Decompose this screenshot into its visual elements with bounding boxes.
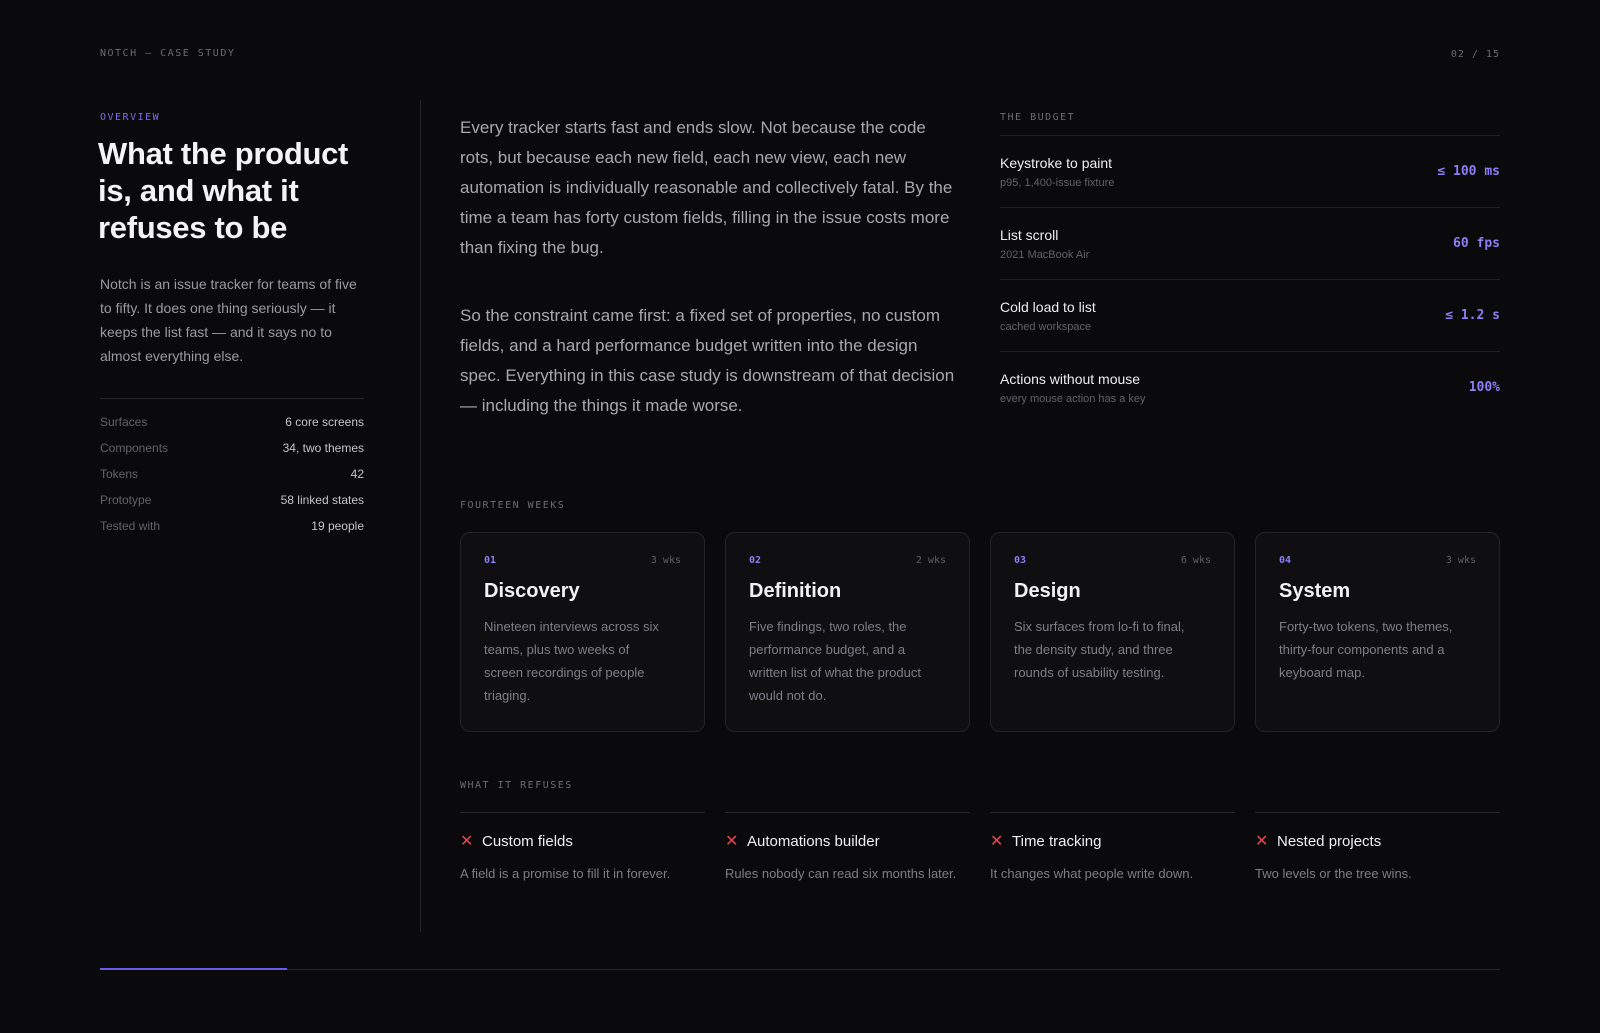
refuse-title: Nested projects — [1277, 832, 1382, 850]
phase-duration: 3 wks — [1445, 555, 1476, 566]
fact-value: 19 people — [311, 519, 364, 533]
budget-row: Actions without mouse every mouse action … — [1000, 351, 1500, 423]
phase-description: Nineteen interviews across six teams, pl… — [484, 619, 659, 703]
essay: Every tracker starts fast and ends slow.… — [460, 113, 960, 459]
phase-title: Design — [1014, 580, 1081, 602]
phase-description: Six surfaces from lo-fi to final, the de… — [1014, 619, 1185, 680]
phase-duration: 2 wks — [915, 555, 946, 566]
fact-label: Components — [100, 441, 169, 455]
refuse-description: It changes what people write down. — [990, 866, 1194, 881]
column-divider — [420, 100, 421, 932]
phase-card: 04 3 wks System Forty-two tokens, two the… — [1255, 532, 1500, 732]
refuse-description: A field is a promise to fill it in forev… — [460, 866, 671, 881]
budget-value: ≤ 1.2 s — [1445, 308, 1500, 323]
overview-column: OVERVIEW What the product is, and what i… — [98, 112, 364, 545]
budget-value: 100% — [1468, 380, 1500, 395]
phase-duration: 3 wks — [650, 555, 681, 566]
x-icon: ✕ — [1255, 833, 1269, 850]
phase-number: 01 — [484, 555, 497, 566]
refuse-description: Rules nobody can read six months later. — [725, 866, 957, 881]
phase-card: 03 6 wks Design Six surfaces from lo-fi t… — [990, 532, 1235, 732]
phase-description: Five findings, two roles, the performanc… — [749, 619, 921, 703]
timeline-phases: 01 3 wks Discovery Nineteen interviews ac… — [460, 532, 1500, 732]
budget-name: Cold load to list — [1000, 298, 1096, 315]
budget-name: Keystroke to paint — [1000, 154, 1113, 171]
budget-sub: 2021 MacBook Air — [1000, 248, 1090, 261]
refuse-item: ✕ Custom fields A field is a promise to f… — [460, 812, 705, 885]
budget-label: THE BUDGET — [1000, 112, 1076, 123]
refuse-item: ✕ Time tracking It changes what people wr… — [990, 812, 1235, 885]
facts-list: Surfaces 6 core screens Components 34, two… — [100, 398, 364, 545]
fact-label: Surfaces — [100, 415, 148, 429]
phase-duration: 6 wks — [1180, 555, 1211, 566]
fact-value: 58 linked states — [280, 493, 364, 507]
phase-title: Discovery — [484, 580, 580, 602]
page-counter: 02 / 15 — [1450, 49, 1500, 60]
fact-row: Surfaces 6 core screens — [100, 415, 364, 441]
refuses-label: WHAT IT REFUSES — [460, 780, 573, 791]
budget-value: 60 fps — [1453, 236, 1500, 251]
refuses-list: ✕ Custom fields A field is a promise to f… — [460, 812, 1500, 885]
fact-label: Tokens — [100, 467, 139, 481]
fact-value: 34, two themes — [282, 441, 364, 455]
fact-row: Tokens 42 — [100, 467, 364, 493]
phase-number: 02 — [749, 555, 762, 566]
budget-value: ≤ 100 ms — [1437, 164, 1500, 179]
budget-sub: cached workspace — [1000, 320, 1092, 333]
essay-paragraph: So the constraint came first: a fixed se… — [460, 306, 955, 415]
phase-description: Forty-two tokens, two themes, thirty-fou… — [1279, 619, 1453, 680]
deck-progress-bar — [100, 968, 1500, 970]
performance-budget: THE BUDGET Keystroke to paint p95, 1,400-… — [1000, 112, 1500, 423]
budget-sub: p95, 1,400-issue fixture — [1000, 176, 1115, 189]
refuse-title: Custom fields — [482, 832, 573, 850]
budget-sub: every mouse action has a key — [1000, 392, 1146, 405]
overview-intro: Notch is an issue tracker for teams of f… — [100, 276, 357, 364]
budget-name: List scroll — [1000, 226, 1059, 243]
budget-row: List scroll 2021 MacBook Air 60 fps — [1000, 207, 1500, 279]
budget-name: Actions without mouse — [1000, 370, 1141, 387]
refuse-title: Automations builder — [747, 832, 880, 850]
phase-title: Definition — [749, 580, 842, 602]
phase-card: 01 3 wks Discovery Nineteen interviews ac… — [460, 532, 705, 732]
refuse-description: Two levels or the tree wins. — [1255, 866, 1412, 881]
x-icon: ✕ — [460, 833, 474, 850]
fact-value: 42 — [350, 467, 364, 481]
phase-card: 02 2 wks Definition Five findings, two ro… — [725, 532, 970, 732]
fact-label: Tested with — [100, 519, 161, 533]
brand-label: NOTCH — CASE STUDY — [100, 48, 236, 59]
fact-row: Tested with 19 people — [100, 519, 364, 545]
budget-row: Cold load to list cached workspace ≤ 1.2 … — [1000, 279, 1500, 351]
refuse-item: ✕ Automations builder Rules nobody can re… — [725, 812, 970, 885]
x-icon: ✕ — [725, 833, 739, 850]
refuse-title: Time tracking — [1012, 832, 1102, 850]
x-icon: ✕ — [990, 833, 1004, 850]
essay-paragraph: Every tracker starts fast and ends slow.… — [460, 118, 953, 257]
fact-label: Prototype — [100, 493, 152, 507]
overview-eyebrow: OVERVIEW — [100, 112, 161, 123]
budget-row: Keystroke to paint p95, 1,400-issue fixtu… — [1000, 135, 1500, 207]
fact-row: Components 34, two themes — [100, 441, 364, 467]
refuse-item: ✕ Nested projects Two levels or the tree … — [1255, 812, 1500, 885]
deck-progress-fill — [100, 968, 287, 970]
fact-row: Prototype 58 linked states — [100, 493, 364, 519]
phase-number: 04 — [1279, 555, 1292, 566]
fact-value: 6 core screens — [285, 415, 364, 429]
timeline-label: FOURTEEN WEEKS — [460, 500, 566, 511]
page-title: What the product is, and what it refuses… — [98, 136, 349, 245]
phase-title: System — [1279, 580, 1351, 602]
phase-number: 03 — [1014, 555, 1027, 566]
